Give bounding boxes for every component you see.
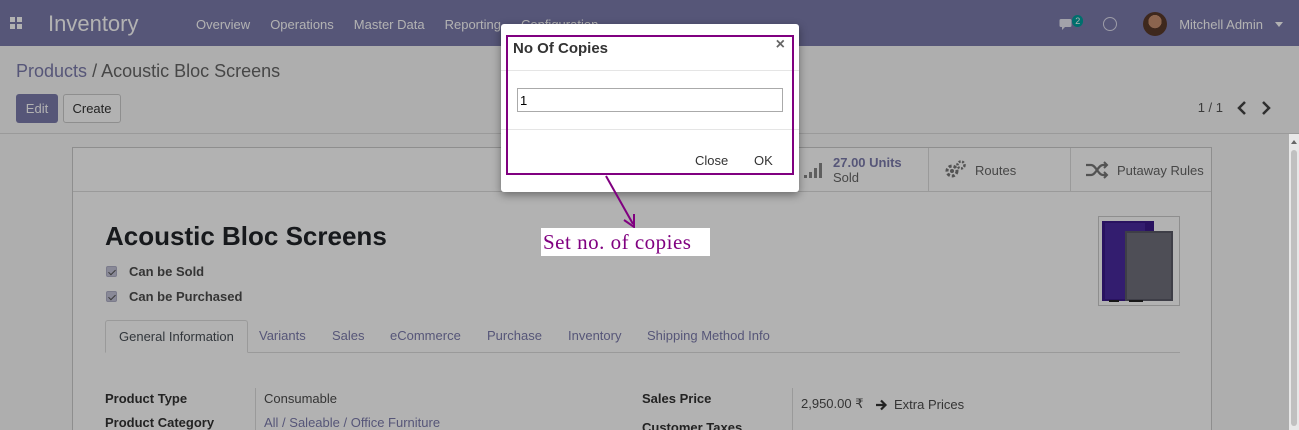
ok-button[interactable]: OK	[754, 153, 773, 168]
dialog-footer-divider	[501, 129, 799, 130]
scroll-thumb[interactable]	[1291, 150, 1297, 426]
no-of-copies-dialog: No Of Copies × Close OK	[501, 24, 799, 192]
dialog-title: No Of Copies	[513, 40, 609, 57]
close-button[interactable]: Close	[695, 153, 728, 168]
annotation-label: Set no. of copies	[541, 228, 710, 256]
copies-input[interactable]	[517, 88, 783, 112]
close-icon[interactable]: ×	[776, 37, 785, 53]
scroll-up-icon[interactable]	[1291, 140, 1297, 144]
scrollbar[interactable]	[1289, 134, 1299, 430]
dialog-header: No Of Copies ×	[501, 24, 799, 71]
